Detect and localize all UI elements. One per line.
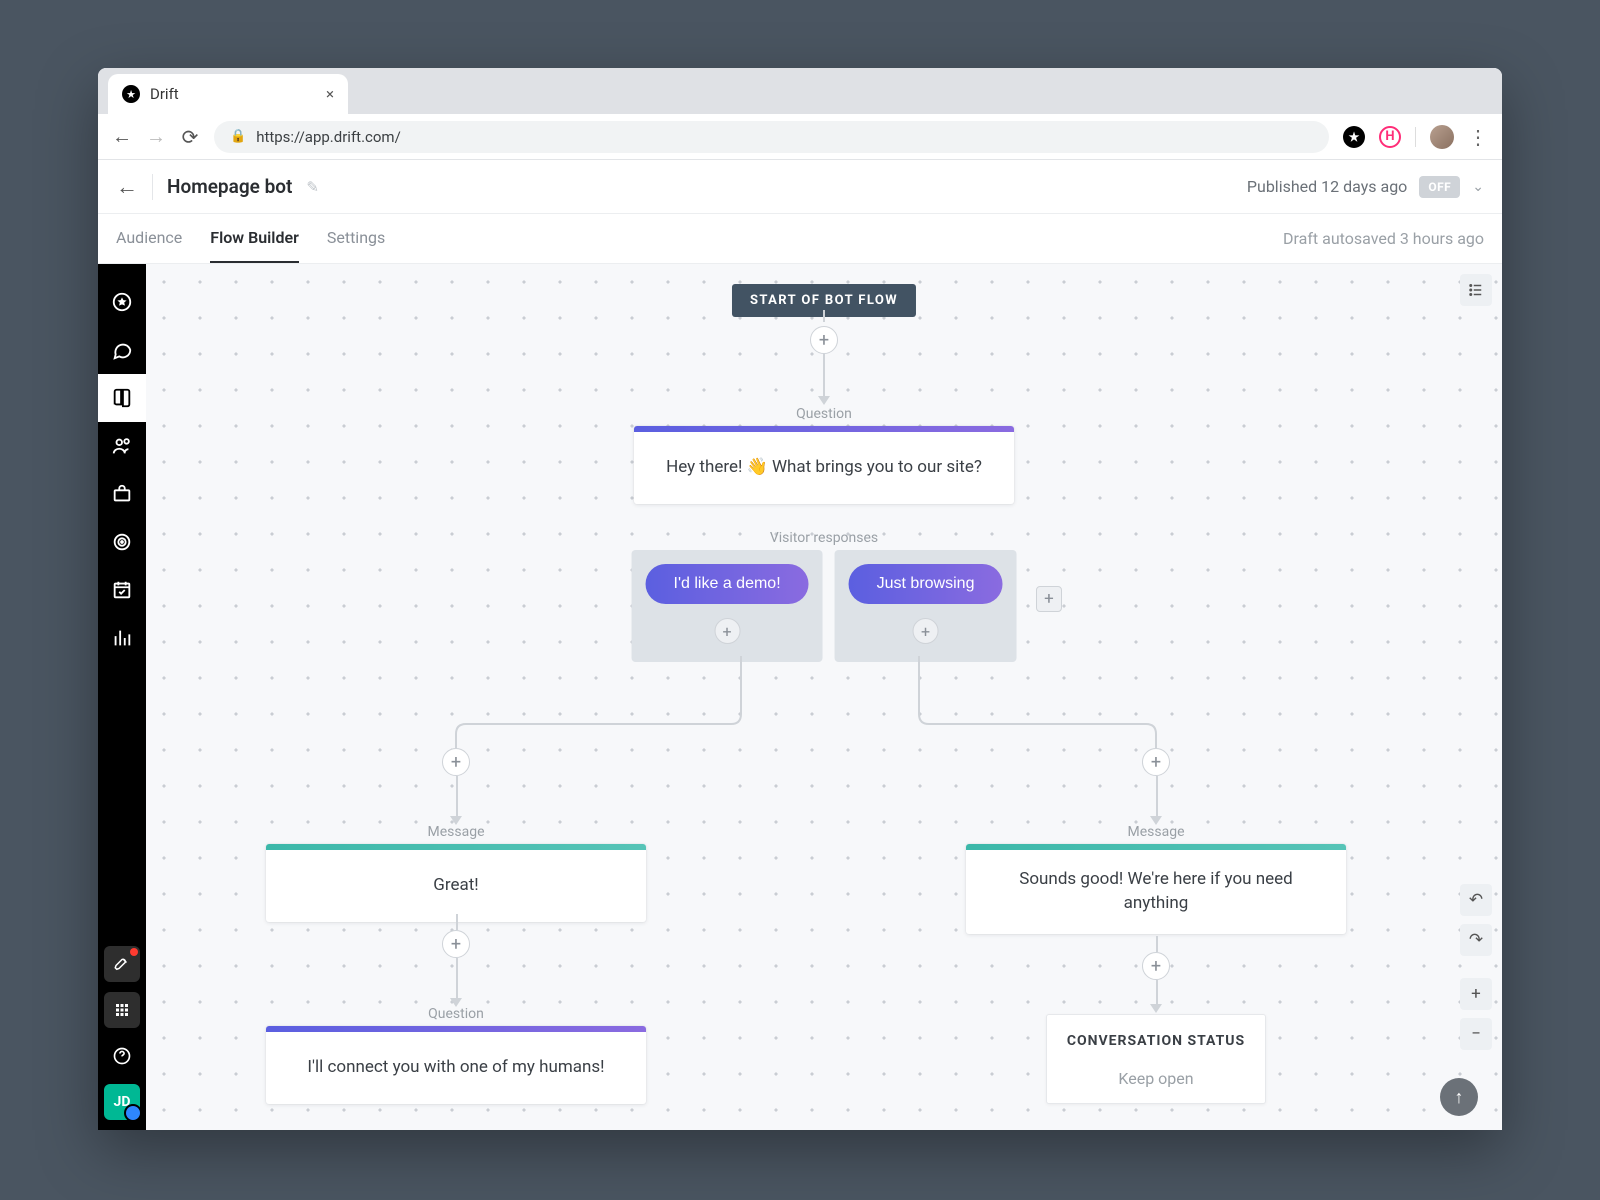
node-type-label: Question <box>428 1006 484 1022</box>
app-back-icon[interactable]: ← <box>116 174 138 200</box>
publish-toggle[interactable]: OFF <box>1419 176 1460 198</box>
response-pill-browsing[interactable]: Just browsing <box>849 564 1003 604</box>
tab-flow-builder[interactable]: Flow Builder <box>210 214 299 263</box>
conversation-status-value: Keep open <box>1047 1069 1265 1088</box>
browser-back-icon[interactable]: ← <box>112 124 132 149</box>
browser-tab-title: Drift <box>150 85 179 103</box>
visitor-responses: I'd like a demo! + Just browsing + <box>632 550 1017 662</box>
browser-tab[interactable]: Drift × <box>108 74 348 114</box>
message-node[interactable]: Sounds good! We're here if you need anyt… <box>966 844 1346 934</box>
sidebar-rocket-icon[interactable] <box>104 946 140 982</box>
connector <box>456 914 458 930</box>
add-below-response-icon[interactable]: + <box>913 618 939 644</box>
question-node[interactable]: I'll connect you with one of my humans! <box>266 1026 646 1104</box>
publish-menu-chevron-icon[interactable]: ⌄ <box>1472 179 1484 195</box>
browser-url-text: https://app.drift.com/ <box>256 128 401 146</box>
connector <box>823 354 825 396</box>
conversation-status-header: CONVERSATION STATUS <box>1047 1033 1265 1049</box>
profile-avatar[interactable] <box>1430 125 1454 149</box>
add-node-button[interactable]: + <box>810 326 838 354</box>
question-text: Hey there! 👋 What brings you to our site… <box>634 432 1014 504</box>
extension-drift-icon[interactable] <box>1343 126 1365 148</box>
browser-menu-icon[interactable]: ⋮ <box>1468 125 1488 149</box>
message-text: Great! <box>266 850 646 922</box>
header-separator <box>152 174 153 200</box>
extension-h-icon[interactable]: H <box>1379 126 1401 148</box>
toolbar-separator <box>1415 127 1416 147</box>
sidebar-user-avatar[interactable]: JD <box>104 1084 140 1120</box>
published-status: Published 12 days ago <box>1247 177 1407 196</box>
browser-tab-strip: Drift × <box>98 68 1502 114</box>
sidebar-target-icon[interactable] <box>98 518 146 566</box>
connector <box>1156 776 1158 816</box>
sidebar-contacts-icon[interactable] <box>98 422 146 470</box>
connector <box>456 776 458 816</box>
app-body: JD ↶ ↷ + − ↑ START OF BOT FL <box>98 264 1502 1130</box>
sidebar-reports-icon[interactable] <box>98 614 146 662</box>
connector <box>1156 936 1158 952</box>
node-type-label: Question <box>796 406 852 422</box>
message-node[interactable]: Great! <box>266 844 646 922</box>
sidebar-playbooks-icon[interactable] <box>98 374 146 422</box>
app-header: ← Homepage bot ✎ Published 12 days ago O… <box>98 160 1502 214</box>
tab-settings[interactable]: Settings <box>327 214 385 263</box>
node-type-label: Message <box>428 824 485 840</box>
question-node[interactable]: Hey there! 👋 What brings you to our site… <box>634 426 1014 504</box>
canvas-wrap: ↶ ↷ + − ↑ START OF BOT FLOW + Question <box>146 264 1502 1130</box>
drift-favicon <box>122 85 140 103</box>
tab-audience[interactable]: Audience <box>116 214 182 263</box>
edit-title-icon[interactable]: ✎ <box>306 178 319 196</box>
page-title: Homepage bot <box>167 175 292 198</box>
add-response-button[interactable]: + <box>1036 586 1062 612</box>
sidebar-logo-icon[interactable] <box>98 278 146 326</box>
autosave-status: Draft autosaved 3 hours ago <box>1283 229 1484 248</box>
response-option[interactable]: I'd like a demo! + <box>632 550 823 662</box>
browser-toolbar: ← → ⟳ 🔒 https://app.drift.com/ H ⋮ <box>98 114 1502 160</box>
lock-icon: 🔒 <box>230 129 246 144</box>
connector <box>823 310 825 322</box>
browser-reload-icon[interactable]: ⟳ <box>180 125 200 149</box>
response-pill-demo[interactable]: I'd like a demo! <box>646 564 809 604</box>
responses-label: Visitor responses <box>770 530 878 546</box>
arrow-down-icon <box>1150 1004 1162 1013</box>
response-option[interactable]: Just browsing + <box>835 550 1017 662</box>
add-node-button[interactable]: + <box>1142 748 1170 776</box>
left-sidebar: JD <box>98 264 146 1130</box>
connector <box>1156 980 1158 1004</box>
node-type-label: Message <box>1128 824 1185 840</box>
browser-url-bar[interactable]: 🔒 https://app.drift.com/ <box>214 121 1329 153</box>
arrow-down-icon <box>818 396 830 405</box>
sidebar-chat-icon[interactable] <box>98 326 146 374</box>
add-node-button[interactable]: + <box>1142 952 1170 980</box>
add-below-response-icon[interactable]: + <box>714 618 740 644</box>
conversation-status-node[interactable]: CONVERSATION STATUS Keep open <box>1046 1014 1266 1104</box>
flow-graph: START OF BOT FLOW + Question Hey there! … <box>146 264 1502 1130</box>
add-node-button[interactable]: + <box>442 748 470 776</box>
app-tabs: Audience Flow Builder Settings Draft aut… <box>98 214 1502 264</box>
sidebar-accounts-icon[interactable] <box>98 470 146 518</box>
message-text: Sounds good! We're here if you need anyt… <box>966 850 1346 934</box>
browser-forward-icon[interactable]: → <box>146 124 166 149</box>
sidebar-calendar-icon[interactable] <box>98 566 146 614</box>
add-node-button[interactable]: + <box>442 930 470 958</box>
question-text: I'll connect you with one of my humans! <box>266 1032 646 1104</box>
sidebar-apps-icon[interactable] <box>104 992 140 1028</box>
close-tab-icon[interactable]: × <box>326 85 334 103</box>
browser-window: Drift × ← → ⟳ 🔒 https://app.drift.com/ H… <box>98 68 1502 1130</box>
connector <box>456 958 458 998</box>
sidebar-help-icon[interactable] <box>104 1038 140 1074</box>
